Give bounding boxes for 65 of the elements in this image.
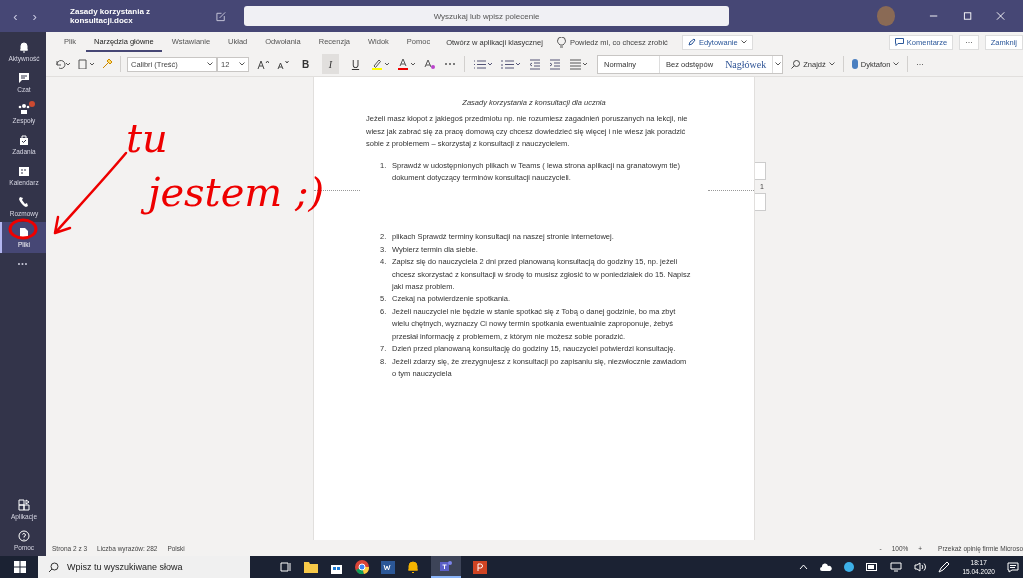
help-icon <box>18 530 30 542</box>
document-title: Zasady korzystania z konsultacji.docx <box>70 7 152 25</box>
bell-icon <box>18 41 30 53</box>
clear-formatting-icon[interactable] <box>424 58 436 70</box>
numbering-icon[interactable] <box>501 58 521 70</box>
folder-icon[interactable] <box>304 561 318 573</box>
grow-font-icon[interactable] <box>257 58 269 70</box>
font-color-icon[interactable] <box>398 58 416 70</box>
comment-marker[interactable] <box>755 162 766 180</box>
speaker-icon[interactable] <box>914 562 927 572</box>
caret-icon <box>893 62 900 66</box>
lightbulb-icon <box>556 36 566 48</box>
people-icon <box>439 559 453 573</box>
taskbar-search-field[interactable]: Wpisz tu wyszukiwane słowa <box>38 556 250 578</box>
teams-icon <box>18 103 30 115</box>
search-field[interactable]: Wyszukaj lub wpisz polecenie <box>244 6 730 26</box>
edit-icon[interactable] <box>215 10 226 22</box>
monitor-icon[interactable] <box>890 562 903 572</box>
pen-icon[interactable] <box>938 561 951 573</box>
caret-icon <box>740 40 747 44</box>
forward-button[interactable]: › <box>29 8 41 24</box>
apps-icon <box>18 499 30 511</box>
more-icon[interactable] <box>444 62 456 66</box>
format-button[interactable]: B <box>297 54 314 74</box>
bell-icon[interactable] <box>407 560 419 574</box>
windows-start-icon[interactable] <box>14 561 26 573</box>
caret-icon <box>774 62 781 66</box>
chevron-up-icon[interactable] <box>799 564 809 570</box>
shrink-font-icon[interactable] <box>277 58 289 70</box>
caret-icon <box>207 62 213 66</box>
circle-drawing <box>8 218 38 240</box>
presentation-icon[interactable] <box>473 560 487 574</box>
undo-icon[interactable] <box>54 59 70 69</box>
notifications-icon[interactable] <box>1007 561 1019 573</box>
pencil-icon <box>687 38 696 46</box>
format-button[interactable]: U <box>347 54 364 74</box>
browser-icon[interactable] <box>355 560 369 574</box>
handwritten-note: tu <box>125 114 169 163</box>
teams-taskbar-button[interactable] <box>431 556 461 578</box>
caret-icon <box>239 62 245 66</box>
clipboard-icon[interactable] <box>78 59 94 69</box>
caret-icon <box>828 62 835 66</box>
chat-icon <box>18 72 30 84</box>
maximize-icon[interactable] <box>962 11 972 21</box>
bag-icon <box>18 134 30 146</box>
battery-icon[interactable] <box>866 563 879 571</box>
back-button[interactable]: ‹ <box>10 8 22 24</box>
task-view-icon[interactable] <box>280 561 292 573</box>
calendar-icon <box>18 165 30 177</box>
bullets-icon[interactable] <box>473 58 493 70</box>
format-painter-icon[interactable] <box>102 59 112 69</box>
word-icon[interactable] <box>381 560 395 574</box>
phone-icon <box>18 196 30 208</box>
close-icon[interactable] <box>995 11 1005 21</box>
format-button[interactable]: I <box>322 54 339 74</box>
search-icon <box>48 561 59 573</box>
style-option[interactable]: Nagłówek <box>719 55 773 73</box>
highlight-icon[interactable] <box>372 58 390 70</box>
microphone-icon <box>851 59 858 69</box>
app-tray-icon[interactable] <box>844 562 855 572</box>
comment-icon <box>894 38 904 46</box>
cloud-icon[interactable] <box>820 563 833 571</box>
search-icon <box>791 59 801 69</box>
comment-marker[interactable] <box>755 193 766 211</box>
file-icon <box>18 227 30 239</box>
